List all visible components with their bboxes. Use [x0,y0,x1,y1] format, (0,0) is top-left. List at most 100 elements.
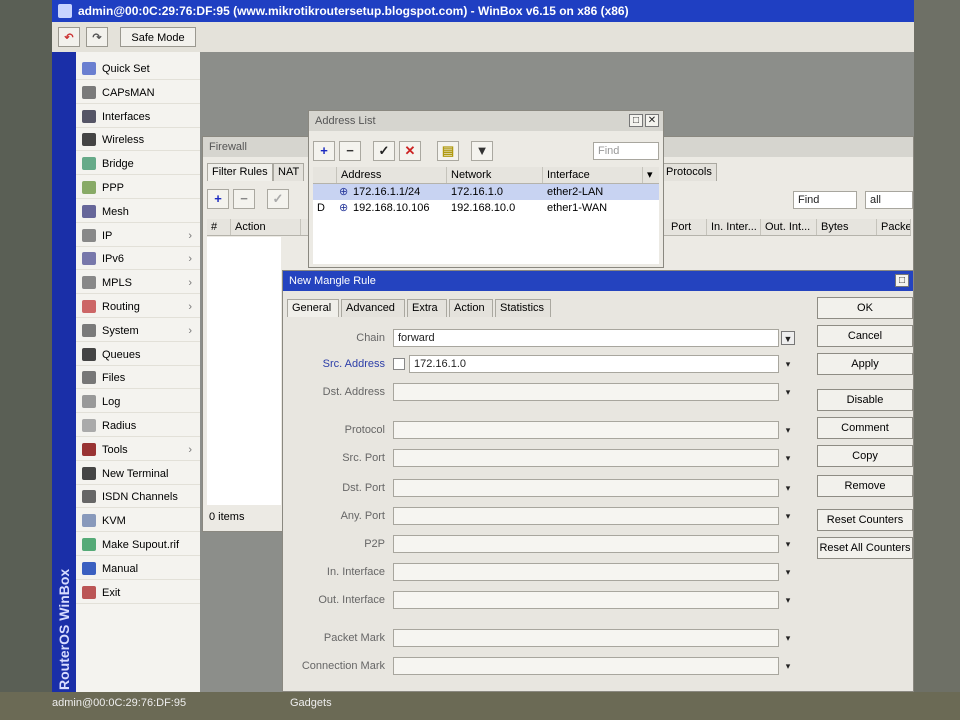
column-flag[interactable] [313,167,337,183]
address-filter-button[interactable]: ▼ [471,141,493,161]
sidebar-item[interactable]: Quick Set [76,58,200,80]
address-disable-button[interactable]: ✕ [399,141,421,161]
sidebar-item[interactable]: ISDN Channels [76,486,200,509]
safe-mode-button[interactable]: Safe Mode [120,27,196,47]
chevron-down-icon[interactable]: ▾ [781,481,795,495]
sidebar-item[interactable]: Routing › [76,296,200,318]
tab-protocols[interactable]: Protocols [661,163,717,181]
sidebar-item[interactable]: CAPsMAN [76,82,200,104]
sidebar-item[interactable]: Log [76,391,200,414]
reset-counters-button[interactable]: Reset Counters [817,509,913,531]
sidebar-item[interactable]: Files [76,367,200,390]
sidebar-item[interactable]: PPP [76,177,200,199]
tab-action[interactable]: Action [449,299,493,317]
sidebar-item[interactable]: Radius [76,415,200,437]
chevron-down-icon[interactable]: ▾ [781,537,795,551]
tab-filter-rules[interactable]: Filter Rules [207,163,273,181]
column-menu[interactable]: ▾ [643,167,659,183]
column-packets[interactable]: Packets [877,219,911,235]
sidebar-item[interactable]: Wireless [76,129,200,152]
sidebar-item[interactable]: Manual [76,558,200,580]
field-input[interactable] [393,507,779,525]
sidebar-item[interactable]: Tools › [76,439,200,461]
sidebar-item[interactable]: KVM [76,510,200,533]
field-input[interactable] [393,563,779,581]
reset-all-counters-button[interactable]: Reset All Counters [817,537,913,559]
firewall-enable-button[interactable]: ✓ [267,189,289,209]
column-interface[interactable]: Interface [543,167,643,183]
column-number[interactable]: # [207,219,231,235]
address-find-input[interactable]: Find [593,142,659,160]
field-input[interactable] [393,421,779,439]
maximize-button[interactable]: □ [895,274,909,287]
taskbar-center-text[interactable]: Gadgets [290,697,332,709]
field-input[interactable] [393,449,779,467]
sidebar-item[interactable]: Make Supout.rif [76,534,200,556]
address-list-title[interactable]: Address List [309,111,663,131]
apply-button[interactable]: Apply [817,353,913,375]
address-remove-button[interactable]: − [339,141,361,161]
close-button[interactable]: ✕ [645,114,659,127]
column-in-interface[interactable]: In. Inter... [707,219,761,235]
field-input[interactable] [393,629,779,647]
chevron-down-icon[interactable]: ▾ [781,509,795,523]
table-row[interactable]: ⊕ 172.16.1.1/24 172.16.1.0 ether2-LAN [313,184,659,200]
sidebar-item[interactable]: New Terminal [76,463,200,485]
chevron-down-icon[interactable]: ▾ [781,593,795,607]
sidebar-item[interactable]: MPLS › [76,272,200,295]
field-input[interactable]: 172.16.1.0 [409,355,779,373]
field-input[interactable] [393,535,779,553]
sidebar-item[interactable]: Queues [76,344,200,366]
column-network[interactable]: Network [447,167,543,183]
tab-extra[interactable]: Extra [407,299,447,317]
tab-statistics[interactable]: Statistics [495,299,551,317]
maximize-button[interactable]: □ [629,114,643,127]
sidebar-item[interactable]: System › [76,320,200,342]
field-input[interactable] [393,383,779,401]
firewall-find-input[interactable]: Find [793,191,857,209]
tab-general[interactable]: General [287,299,339,317]
column-port[interactable]: Port [667,219,707,235]
column-address[interactable]: Address [337,167,447,183]
chevron-down-icon[interactable]: ▾ [781,565,795,579]
firewall-filter-select[interactable]: all [865,191,913,209]
address-add-button[interactable]: + [313,141,335,161]
sidebar-item[interactable]: Bridge [76,153,200,176]
firewall-add-button[interactable]: + [207,189,229,209]
tab-advanced[interactable]: Advanced [341,299,405,317]
sidebar-item[interactable]: Exit [76,582,200,604]
firewall-remove-button[interactable]: − [233,189,255,209]
chevron-down-icon[interactable]: ▼ [781,331,795,345]
negate-checkbox[interactable] [393,358,405,370]
cancel-button[interactable]: Cancel [817,325,913,347]
field-input[interactable] [393,657,779,675]
undo-button[interactable]: ↶ [58,27,80,47]
chevron-down-icon[interactable]: ▾ [781,357,795,371]
column-out-interface[interactable]: Out. Int... [761,219,817,235]
field-input[interactable]: forward [393,329,779,347]
chevron-down-icon[interactable]: ▾ [781,659,795,673]
address-comment-button[interactable]: ▤ [437,141,459,161]
chevron-down-icon[interactable]: ▾ [781,631,795,645]
field-input[interactable] [393,591,779,609]
chevron-down-icon[interactable]: ▾ [781,385,795,399]
chevron-down-icon[interactable]: ▾ [781,451,795,465]
ok-button[interactable]: OK [817,297,913,319]
tab-nat[interactable]: NAT [273,163,305,181]
comment-button[interactable]: Comment [817,417,913,439]
sidebar-item[interactable]: IPv6 › [76,248,200,271]
sidebar-item[interactable]: Mesh [76,201,200,223]
sidebar-item[interactable]: IP › [76,225,200,247]
copy-button[interactable]: Copy [817,445,913,467]
column-action[interactable]: Action [231,219,301,235]
redo-button[interactable]: ↷ [86,27,108,47]
taskbar-left-text[interactable]: admin@00:0C:29:76:DF:95 [52,697,186,709]
remove-button[interactable]: Remove [817,475,913,497]
chevron-down-icon[interactable]: ▾ [781,423,795,437]
column-bytes[interactable]: Bytes [817,219,877,235]
field-input[interactable] [393,479,779,497]
mangle-rule-title[interactable]: New Mangle Rule [283,271,913,291]
table-row[interactable]: D ⊕ 192.168.10.106 192.168.10.0 ether1-W… [313,200,659,216]
address-enable-button[interactable]: ✓ [373,141,395,161]
sidebar-item[interactable]: Interfaces [76,106,200,128]
